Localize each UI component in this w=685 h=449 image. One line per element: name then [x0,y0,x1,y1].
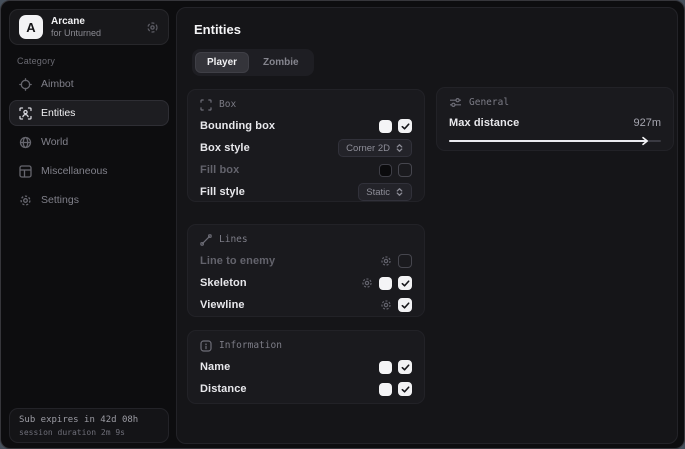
viewline-checkbox[interactable] [398,298,412,312]
sidebar-item-label: Settings [41,194,79,206]
chevrons-up-down-icon [395,143,404,153]
sidebar-item-entities[interactable]: Entities [9,100,169,126]
sidebar-nav: Aimbot Entities World [9,71,169,213]
slider-thumb-arrow-icon[interactable] [640,136,650,146]
general-card: General Max distance 927m [436,87,674,151]
sidebar-item-settings[interactable]: Settings [9,187,169,213]
box-card-header: Box [200,97,412,112]
info-badge-icon [200,340,212,352]
line-segment-icon [200,234,212,246]
sidebar-item-label: Miscellaneous [41,165,108,177]
setting-row-bounding-box: Bounding box [200,115,412,137]
box-corners-icon [200,99,212,111]
sidebar-item-aimbot[interactable]: Aimbot [9,71,169,97]
tab-zombie[interactable]: Zombie [251,52,311,73]
box-card: Box Bounding box Box style Corner 2D [187,89,425,202]
app-window: A Arcane for Unturned Category Aimbot [0,0,685,449]
row-label: Skeleton [200,277,247,289]
lines-card-header: Lines [200,232,412,247]
general-card-title: General [469,97,509,108]
panels-icon [19,165,32,178]
color-swatch[interactable] [379,277,392,290]
max-distance-value: 927m [633,117,661,129]
page-title: Entities [194,22,241,37]
line-to-enemy-checkbox[interactable] [398,254,412,268]
app-logo: A [19,15,43,39]
fill-box-checkbox[interactable] [398,163,412,177]
row-label: Fill style [200,186,245,198]
box-card-title: Box [219,99,236,110]
setting-row-name: Name [200,356,412,378]
max-distance-slider[interactable] [449,136,661,146]
row-label: Line to enemy [200,255,275,267]
sidebar-item-label: Entities [41,107,75,119]
color-swatch[interactable] [379,164,392,177]
row-label: Name [200,361,230,373]
gear-icon[interactable] [380,255,392,267]
sliders-icon [449,96,462,109]
color-swatch[interactable] [379,361,392,374]
session-duration-text: session duration 2m 9s [19,427,159,438]
gear-icon [19,194,32,207]
tab-player[interactable]: Player [195,52,249,73]
dropdown-value: Static [366,187,390,198]
max-distance-slider-fill [449,140,646,142]
bounding-box-checkbox[interactable] [398,119,412,133]
row-label: Fill box [200,164,239,176]
row-label: Viewline [200,299,245,311]
app-title-block: Arcane for Unturned [51,16,101,39]
setting-row-box-style: Box style Corner 2D [200,137,412,159]
crosshair-icon [19,78,32,91]
row-label: Bounding box [200,120,275,132]
gear-icon[interactable] [361,277,373,289]
entity-scan-icon [19,107,32,120]
tab-group: Player Zombie [192,49,314,76]
chevrons-up-down-icon [395,187,404,197]
category-label: Category [17,56,55,66]
subscription-card: Sub expires in 42d 08h session duration … [9,408,169,443]
row-label: Box style [200,142,250,154]
sidebar-item-world[interactable]: World [9,129,169,155]
app-subtitle: for Unturned [51,28,101,39]
lines-card-title: Lines [219,234,248,245]
sidebar-item-miscellaneous[interactable]: Miscellaneous [9,158,169,184]
color-swatch[interactable] [379,120,392,133]
setting-row-skeleton: Skeleton [200,272,412,294]
setting-row-fill-style: Fill style Static [200,181,412,203]
distance-checkbox[interactable] [398,382,412,396]
information-card-title: Information [219,340,282,351]
setting-row-distance: Distance [200,378,412,400]
general-card-header: General [449,95,661,110]
gear-icon[interactable] [380,299,392,311]
box-style-dropdown[interactable]: Corner 2D [338,139,412,157]
skeleton-checkbox[interactable] [398,276,412,290]
setting-row-line-to-enemy: Line to enemy [200,250,412,272]
sync-icon[interactable] [146,21,159,34]
information-card: Information Name Distance [187,330,425,404]
setting-row-viewline: Viewline [200,294,412,316]
lines-card: Lines Line to enemy Skeleton [187,224,425,317]
sub-expires-text: Sub expires in 42d 08h [19,414,159,427]
color-swatch[interactable] [379,383,392,396]
sidebar-item-label: World [41,136,68,148]
dropdown-value: Corner 2D [346,143,390,154]
globe-icon [19,136,32,149]
setting-row-fill-box: Fill box [200,159,412,181]
information-card-header: Information [200,338,412,353]
fill-style-dropdown[interactable]: Static [358,183,412,201]
app-name: Arcane [51,16,101,28]
setting-row-max-distance: Max distance 927m [449,113,661,133]
row-label: Distance [200,383,247,395]
sidebar-item-label: Aimbot [41,78,74,90]
name-checkbox[interactable] [398,360,412,374]
app-header-card: A Arcane for Unturned [9,9,169,45]
row-label: Max distance [449,117,519,129]
main-panel: Entities Player Zombie Box Bounding box [176,7,678,444]
